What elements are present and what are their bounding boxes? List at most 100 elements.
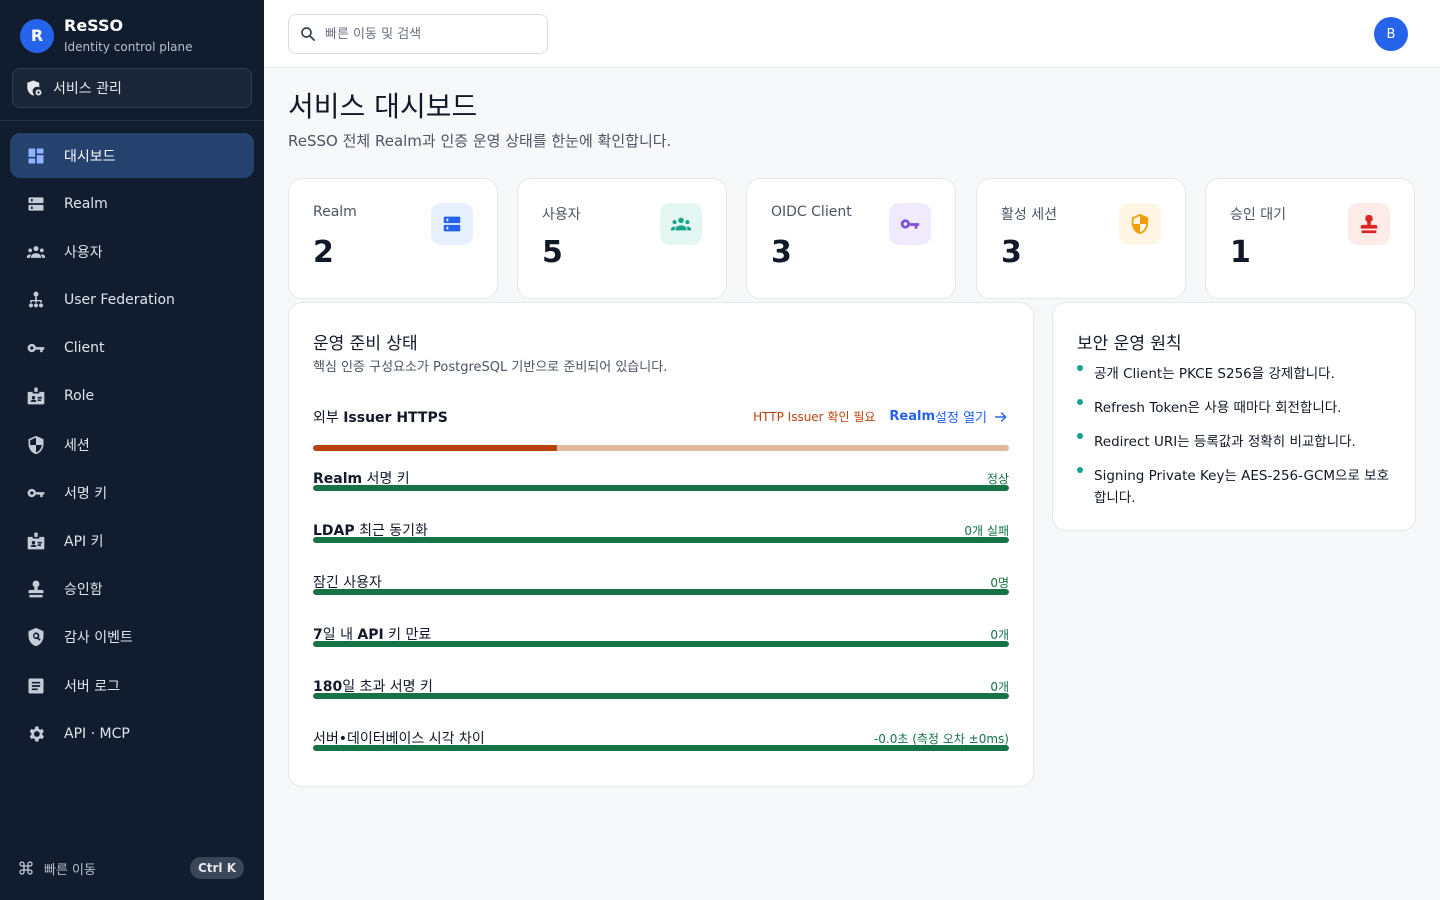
stat-card-oidc-client[interactable]: OIDC Client 3 bbox=[746, 178, 956, 299]
key-icon bbox=[889, 203, 931, 245]
policy-title: 보안 운영 원칙 bbox=[1077, 334, 1182, 354]
readiness-row-issuer: 외부 Issuer HTTPS HTTP Issuer 확인 필요 Realm … bbox=[313, 407, 1009, 468]
users-icon bbox=[660, 203, 702, 245]
progress-fill bbox=[313, 485, 1009, 491]
stat-card-active-sessions[interactable]: 활성 세션 3 bbox=[976, 178, 1186, 299]
scope-label: 서비스 관리 bbox=[53, 81, 122, 97]
sidebar-item-label: Role bbox=[64, 388, 95, 405]
shield-icon bbox=[1119, 203, 1161, 245]
badge-icon bbox=[26, 386, 46, 406]
sidebar-item-user-federation[interactable]: User Federation bbox=[10, 278, 254, 323]
quick-nav-label: 빠른 이동 bbox=[44, 862, 96, 878]
progress-fill bbox=[313, 641, 1009, 647]
sidebar-item-approvals[interactable]: 승인함 bbox=[10, 567, 254, 612]
server-icon bbox=[26, 194, 46, 214]
sidebar-item-server-logs[interactable]: 서버 로그 bbox=[10, 663, 254, 708]
shield-icon bbox=[26, 435, 46, 455]
row-label: 외부 Issuer HTTPS bbox=[313, 410, 448, 426]
stat-label: 활성 세션 bbox=[1001, 207, 1057, 223]
policy-item: 공개 Client는 PKCE S256을 강제합니다. bbox=[1077, 363, 1393, 385]
sidebar-nav: 대시보드 Realm 사용자 User Federation Client Ro… bbox=[10, 133, 254, 759]
stat-label: OIDC Client bbox=[771, 204, 852, 220]
app-name: ReSSO bbox=[64, 16, 124, 35]
stat-card-realm[interactable]: Realm 2 bbox=[288, 178, 498, 299]
sidebar: R ReSSO Identity control plane 서비스 관리 대시… bbox=[0, 0, 264, 900]
stat-value: 1 bbox=[1230, 235, 1251, 270]
page-subtitle: ReSSO 전체 Realm과 인증 운영 상태를 한눈에 확인합니다. bbox=[288, 132, 672, 150]
security-policy-card: 보안 운영 원칙 공개 Client는 PKCE S256을 강제합니다. Re… bbox=[1052, 302, 1416, 531]
readiness-row-ldap-sync: LDAP 최근 동기화 0개 실패 bbox=[313, 520, 1009, 572]
sidebar-item-label: API · MCP bbox=[64, 725, 130, 742]
topbar: B bbox=[264, 0, 1440, 68]
progress-bar bbox=[313, 641, 1009, 647]
open-realm-settings-link[interactable]: Realm 설정 열기 bbox=[889, 407, 1009, 426]
progress-bar bbox=[313, 537, 1009, 543]
server-icon bbox=[431, 203, 473, 245]
brand-logo: R bbox=[20, 18, 54, 53]
sidebar-item-label: 사용자 bbox=[64, 244, 103, 261]
sidebar-item-api-mcp[interactable]: API · MCP bbox=[10, 711, 254, 756]
progress-fill bbox=[313, 745, 1009, 751]
sidebar-item-label: API 키 bbox=[64, 534, 104, 550]
progress-fill bbox=[313, 537, 1009, 543]
stat-value: 2 bbox=[313, 235, 334, 270]
stat-value: 5 bbox=[542, 235, 563, 270]
sidebar-item-signing-keys[interactable]: 서명 키 bbox=[10, 470, 254, 515]
federation-icon bbox=[26, 290, 46, 310]
readiness-row-clock-skew: 서버•데이터베이스 시각 차이 -0.0초 (측정 오차 ±0ms) bbox=[313, 728, 1009, 780]
stat-card-users[interactable]: 사용자 5 bbox=[517, 178, 727, 299]
progress-bar bbox=[313, 693, 1009, 699]
sidebar-item-dashboard[interactable]: 대시보드 bbox=[10, 133, 254, 178]
log-icon bbox=[26, 676, 46, 696]
readiness-row-realm-signing-key: Realm 서명 키 정상 bbox=[313, 468, 1009, 520]
sidebar-divider bbox=[0, 120, 264, 121]
sidebar-item-label: 세션 bbox=[64, 437, 90, 454]
sidebar-item-realm[interactable]: Realm bbox=[10, 181, 254, 226]
sidebar-item-label: Client bbox=[64, 340, 105, 357]
readiness-row-old-signing-keys: 180일 초과 서명 키 0개 bbox=[313, 676, 1009, 728]
scope-selector-button[interactable]: 서비스 관리 bbox=[12, 68, 252, 108]
sidebar-item-label: 감사 이벤트 bbox=[64, 630, 133, 647]
arrow-right-icon bbox=[994, 411, 1007, 422]
search-icon bbox=[301, 27, 315, 41]
sidebar-item-label: Realm bbox=[64, 195, 108, 212]
approval-icon bbox=[26, 579, 46, 599]
progress-fill bbox=[313, 589, 1009, 595]
policy-item: Redirect URI는 등록값과 정확히 비교합니다. bbox=[1077, 431, 1393, 453]
key-icon bbox=[26, 483, 46, 503]
quick-nav[interactable]: 빠른 이동 Ctrl K bbox=[18, 856, 244, 880]
sidebar-item-label: 승인함 bbox=[64, 582, 103, 599]
sidebar-item-label: 서명 키 bbox=[64, 485, 108, 502]
progress-fill bbox=[313, 693, 1009, 699]
issuer-warning: HTTP Issuer 확인 필요 bbox=[753, 410, 876, 424]
sidebar-item-sessions[interactable]: 세션 bbox=[10, 422, 254, 467]
progress-fill bbox=[313, 445, 557, 451]
search-box[interactable] bbox=[288, 14, 548, 54]
progress-bar bbox=[313, 745, 1009, 751]
progress-bar bbox=[313, 485, 1009, 491]
search-input[interactable] bbox=[325, 26, 525, 42]
stat-value: 3 bbox=[771, 235, 792, 270]
sidebar-item-role[interactable]: Role bbox=[10, 374, 254, 419]
readiness-list: 외부 Issuer HTTPS HTTP Issuer 확인 필요 Realm … bbox=[313, 407, 1009, 780]
shortcut-badge: Ctrl K bbox=[189, 857, 244, 879]
brand[interactable]: R ReSSO Identity control plane bbox=[20, 16, 193, 55]
user-avatar[interactable]: B bbox=[1374, 17, 1408, 51]
readiness-row-locked-users: 잠긴 사용자 0명 bbox=[313, 572, 1009, 624]
policy-list: 공개 Client는 PKCE S256을 강제합니다. Refresh Tok… bbox=[1077, 363, 1393, 521]
sidebar-item-api-keys[interactable]: API 키 bbox=[10, 519, 254, 564]
stat-label: Realm bbox=[313, 204, 357, 220]
stat-card-pending-approvals[interactable]: 승인 대기 1 bbox=[1205, 178, 1415, 299]
badge-icon bbox=[26, 531, 46, 551]
sidebar-item-users[interactable]: 사용자 bbox=[10, 229, 254, 274]
page-title: 서비스 대시보드 bbox=[288, 90, 478, 123]
readiness-title: 운영 준비 상태 bbox=[313, 334, 418, 354]
command-icon bbox=[19, 861, 33, 875]
app-subtitle: Identity control plane bbox=[64, 40, 193, 54]
sidebar-item-label: 서버 로그 bbox=[64, 678, 120, 695]
sidebar-item-audit-events[interactable]: 감사 이벤트 bbox=[10, 615, 254, 660]
sidebar-item-label: User Federation bbox=[64, 292, 175, 309]
sidebar-item-label: 대시보드 bbox=[64, 148, 116, 165]
dashboard-icon bbox=[26, 146, 46, 166]
sidebar-item-client[interactable]: Client bbox=[10, 326, 254, 371]
